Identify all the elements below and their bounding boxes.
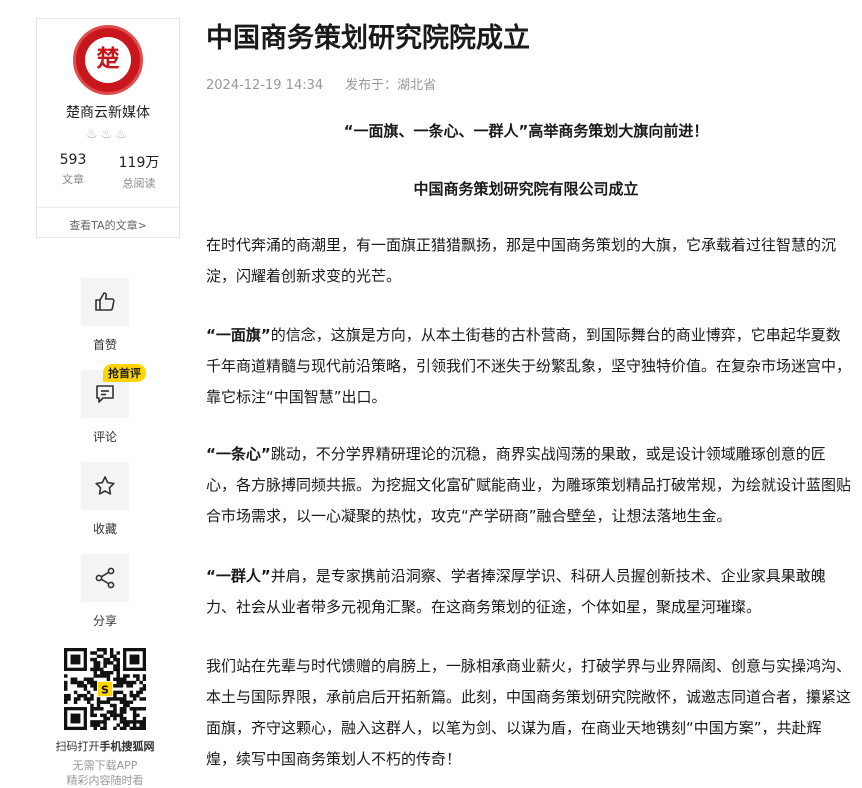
author-logo[interactable]: 楚 [73,25,143,95]
share-action[interactable]: 分享 [80,554,130,629]
paragraph-3-lead: “一条心” [206,445,271,463]
article-paragraph-2: “一面旗”的信念，这旗是方向，从本土街巷的古朴营商，到国际舞台的商业博弈，它串起… [206,320,851,413]
view-articles-link[interactable]: 查看TA的文章> [37,217,179,233]
stat-reads: 119万 总阅读 [109,152,169,191]
author-logo-glyph: 楚 [96,46,120,72]
author-rank-icons: ♨♨♨ [86,127,130,142]
comment-action[interactable]: 抢首评 评论 [80,364,146,445]
comment-icon [96,385,114,403]
favorite-action[interactable]: 收藏 [80,462,130,537]
article-paragraph-1: 在时代奔涌的商潮里，有一面旗正猎猎飘扬，那是中国商务策划的大旗，它承载着过往智慧… [206,236,837,285]
paragraph-3-body: 跳动，不分学界精研理论的沉稳，商界实战闯荡的果敢，或是设计领域雕琢创意的匠心，各… [206,445,852,525]
stat-articles: 593 文章 [43,152,103,187]
svg-text:S: S [101,684,109,697]
article-subtitle-2: 中国商务策划研究院有限公司成立 [413,180,639,198]
comment-label: 评论 [92,430,117,444]
article-meta: 2024-12-19 14:34 发布于：湖北省 [206,74,458,93]
paragraph-2-body: 的信念，这旗是方向，从本土街巷的古朴营商，到国际舞台的商业博弈，它串起华夏数千年… [206,326,852,406]
stat-articles-value: 593 [59,152,87,168]
first-comment-badge: 抢首评 [103,364,146,382]
share-icon [95,567,115,589]
thumbs-up-icon [95,292,115,311]
paragraph-4-lead: “一群人” [206,567,271,585]
article-location: 发布于：湖北省 [345,78,437,93]
qr-sub-line2: 精彩内容随时看 [66,774,144,787]
paragraph-4-body: 并肩，是专家携前沿洞察、学者捧深厚学识、科研人员握创新技术、企业家具果敢魄力、社… [206,567,826,616]
qr-caption-prefix: 扫码打开 [55,740,100,753]
article-title: 中国商务策划研究院院成立 [206,23,530,54]
paragraph-2-lead: “一面旗” [206,326,271,344]
author-name[interactable]: 楚商云新媒体 [37,102,179,122]
like-button[interactable] [81,278,129,326]
like-label: 首赞 [92,338,117,352]
qr-caption: 扫码打开手机搜狐网 [30,738,180,754]
qr-caption-bold: 手机搜狐网 [99,740,155,753]
star-icon [95,476,115,495]
author-card: 楚 楚商云新媒体 ♨♨♨ 593 文章 119万 总阅读 查看TA的文章> [36,18,180,238]
article-subtitle-1: “一面旗、一条心、一群人”高举商务策划大旗向前进！ [343,122,709,140]
stat-reads-label: 总阅读 [122,177,156,190]
comment-button[interactable]: 抢首评 [81,364,146,418]
article-paragraph-4: “一群人”并肩，是专家携前沿洞察、学者捧深厚学识、科研人员握创新技术、企业家具果… [206,561,851,623]
like-action[interactable]: 首赞 [80,278,130,353]
card-divider [37,207,179,208]
share-label: 分享 [92,614,117,628]
article-date: 2024-12-19 14:34 [206,78,324,93]
favorite-button[interactable] [81,462,129,510]
stat-articles-label: 文章 [62,173,84,186]
share-button[interactable] [81,554,129,602]
favorite-label: 收藏 [92,522,117,536]
qr-sub-line1: 无需下载APP [72,759,138,772]
stat-reads-value: 119万 [118,155,160,171]
article-paragraph-3: “一条心”跳动，不分学界精研理论的沉稳，商界实战闯荡的果敢，或是设计领域雕琢创意… [206,439,851,532]
article-paragraph-5: 我们站在先辈与时代馈赠的肩膀上，一脉相承商业薪火，打破学界与业界隔阂、创意与实操… [206,657,852,768]
qr-code: S [64,648,147,731]
qr-code-image: S [64,648,147,731]
